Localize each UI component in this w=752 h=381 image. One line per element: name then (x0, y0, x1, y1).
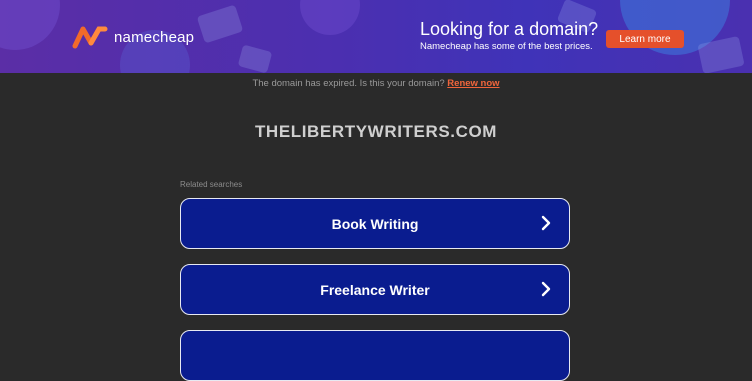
renew-now-link[interactable]: Renew now (447, 78, 499, 89)
promo-banner: namecheap Looking for a domain? Namechea… (0, 0, 752, 73)
related-searches-label: Related searches (180, 180, 243, 189)
chevron-right-icon (541, 215, 551, 231)
related-search-book-writing[interactable]: Book Writing (180, 198, 570, 249)
learn-more-button[interactable]: Learn more (606, 30, 684, 48)
expired-text: The domain has expired. Is this your dom… (252, 78, 445, 89)
decorative-circle (0, 0, 60, 50)
namecheap-logo[interactable]: namecheap (72, 25, 194, 49)
expired-notice: The domain has expired. Is this your dom… (0, 78, 752, 89)
promo-headline: Looking for a domain? (420, 19, 599, 39)
namecheap-logo-icon (72, 26, 108, 49)
promo-subline: Namecheap has some of the best prices. (420, 41, 593, 52)
decorative-card (196, 4, 244, 44)
brand-name: namecheap (114, 28, 195, 46)
decorative-circle (300, 0, 360, 35)
chevron-right-icon (541, 281, 551, 297)
related-search-label: Book Writing (331, 215, 419, 232)
domain-title: THELIBERTYWRITERS.COM (254, 122, 498, 141)
related-search-third[interactable] (180, 330, 570, 381)
related-search-label: Freelance Writer (320, 281, 430, 298)
related-search-freelance-writer[interactable]: Freelance Writer (180, 264, 570, 315)
decorative-card (237, 44, 273, 73)
